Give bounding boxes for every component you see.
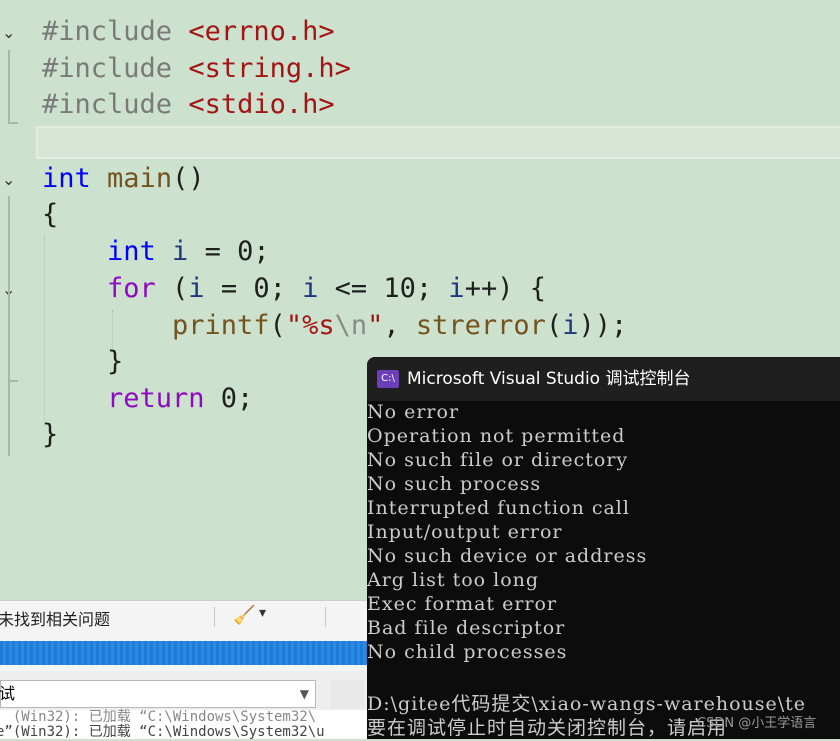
punctuation: } <box>107 346 124 377</box>
console-title-bar[interactable]: C:\ Microsoft Visual Studio 调试控制台 <box>367 357 840 401</box>
code-line-10: } <box>107 344 123 380</box>
cleanup-broom-icon[interactable]: 🧹 <box>233 605 255 626</box>
console-line: No such file or directory <box>367 449 629 471</box>
console-line: Bad file descriptor <box>367 617 566 639</box>
fold-chevron-icon[interactable]: ⌄ <box>2 281 20 299</box>
code-line-8: for (i = 0; i <= 10; i++) { <box>107 271 546 307</box>
console-line: Interrupted function call <box>367 497 630 519</box>
function-name: main <box>107 163 173 194</box>
variable: i <box>302 273 319 304</box>
keyword: return <box>107 383 205 414</box>
punctuation: ( <box>545 310 563 341</box>
keyword: int <box>107 236 156 267</box>
code-text: = 0; <box>188 236 270 267</box>
punctuation: { <box>42 199 59 230</box>
fold-guide <box>8 380 18 382</box>
build-progress-bar <box>0 633 368 671</box>
output-toolbar-button[interactable] <box>330 680 364 708</box>
console-line: Input/output error <box>367 521 563 543</box>
code-line-3: #include <stdio.h> <box>42 87 335 123</box>
punctuation: () <box>172 163 205 194</box>
function-name: strerror <box>415 310 546 341</box>
punctuation: ( <box>269 310 286 341</box>
variable: i <box>562 310 579 341</box>
console-line: No such device or address <box>367 545 648 567</box>
fold-chevron-icon[interactable]: ⌄ <box>2 171 20 189</box>
console-line: No error <box>367 401 460 423</box>
current-line-highlight <box>36 126 840 159</box>
code-line-2: #include <string.h> <box>42 51 351 87</box>
code-text: ( <box>155 273 189 304</box>
console-app-icon: C:\ <box>377 370 399 388</box>
code-text: ++) { <box>464 273 546 304</box>
divider <box>214 607 215 627</box>
preprocessor-token: #include <box>42 89 173 120</box>
code-text: <= 10; <box>318 273 449 304</box>
fold-chevron-icon[interactable]: ⌄ <box>2 24 20 42</box>
error-list-status-bar: 未找到相关问题 🧹 ▾ <box>0 600 368 633</box>
no-issues-status: 未找到相关问题 <box>0 610 111 629</box>
string-literal: " <box>367 310 384 341</box>
divider <box>325 607 326 627</box>
chevron-down-icon[interactable]: ▼ <box>300 681 309 707</box>
header-name: <string.h> <box>188 53 351 84</box>
output-source-select[interactable]: 试 ▼ <box>0 680 316 708</box>
fold-guide <box>8 196 10 456</box>
console-line: Exec format error <box>367 593 558 615</box>
code-text: 0; <box>204 383 254 414</box>
code-line-1: #include <errno.h> <box>42 14 335 50</box>
console-line: No child processes <box>367 641 568 663</box>
watermark: CSDN @小王学语言 <box>697 716 817 731</box>
header-name: <stdio.h> <box>188 89 335 120</box>
console-title: Microsoft Visual Studio 调试控制台 <box>407 369 691 389</box>
escape-sequence: \n <box>334 310 368 341</box>
code-line-6: { <box>42 197 58 233</box>
variable: i <box>188 273 205 304</box>
debug-console-window[interactable]: C:\ Microsoft Visual Studio 调试控制台 No err… <box>367 357 840 739</box>
console-line: 要在调试停止时自动关闭控制台，请启用 <box>367 717 728 739</box>
code-line-12: } <box>42 417 58 453</box>
fold-guide <box>8 50 10 124</box>
output-source-value: 试 <box>0 684 16 703</box>
variable: i <box>172 236 189 267</box>
code-text: = 0; <box>204 273 303 304</box>
string-literal: "%s <box>285 310 335 341</box>
code-line-9: printf("%s\n", strerror(i)); <box>172 308 627 344</box>
code-line-5: int main() <box>42 161 205 197</box>
header-name: <errno.h> <box>188 16 335 47</box>
progress-fill <box>0 641 368 665</box>
function-name: printf <box>172 310 270 341</box>
code-line-7: int i = 0; <box>107 234 270 270</box>
preprocessor-token: #include <box>42 53 173 84</box>
output-log-line: e”(Win32): 已加载 “C:\Windows\System32\u <box>0 724 325 740</box>
keyword: for <box>107 273 156 304</box>
keyword: int <box>42 163 91 194</box>
console-output[interactable]: No error Operation not permitted No such f… <box>367 401 840 739</box>
indent-guide <box>44 236 45 426</box>
punctuation: } <box>42 419 59 450</box>
preprocessor-token: #include <box>42 16 173 47</box>
punctuation: )); <box>578 310 628 341</box>
console-line: Operation not permitted <box>367 425 626 447</box>
chevron-down-icon[interactable]: ▾ <box>259 605 266 621</box>
code-line-11: return 0; <box>107 381 253 417</box>
output-log[interactable]: (Win32): 已加载 “C:\Windows\System32\ e”(Wi… <box>0 709 368 740</box>
variable: i <box>448 273 465 304</box>
fold-guide <box>8 122 18 124</box>
console-line: No such process <box>367 473 542 495</box>
punctuation: , <box>383 310 416 341</box>
console-line: Arg list too long <box>367 569 540 591</box>
